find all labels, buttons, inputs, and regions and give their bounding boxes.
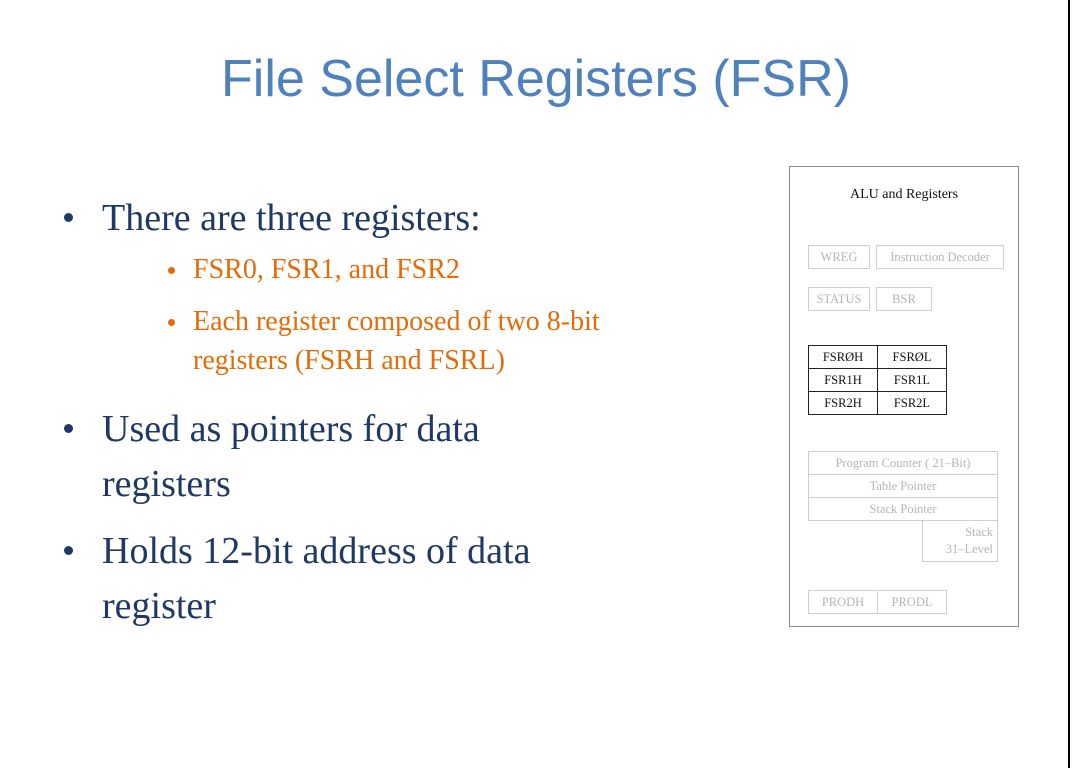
- bsr-box: BSR: [876, 287, 932, 311]
- slide-title: File Select Registers (FSR): [221, 50, 851, 108]
- fsr2h-box: FSR2H: [808, 391, 878, 415]
- program-counter-box: Program Counter ( 21–Bit): [808, 451, 998, 475]
- bullet-holds-line1: Holds 12-bit address of data: [102, 530, 531, 572]
- instruction-decoder-box: Instruction Decoder: [876, 245, 1004, 269]
- status-box: STATUS: [808, 287, 870, 311]
- stack-box: Stack 31–Level: [922, 520, 998, 562]
- bullet-pointers-line2: registers: [102, 463, 231, 505]
- fsr0l-box: FSRØL: [877, 345, 947, 369]
- stack-label: Stack: [965, 525, 993, 539]
- sub-bullet-composition-line2: registers (FSRH and FSRL): [193, 345, 505, 376]
- prodh-box: PRODH: [808, 590, 878, 614]
- bullet-dot: [64, 424, 73, 433]
- bullet-dot: [64, 546, 73, 555]
- bullet-holds-line2: register: [102, 585, 216, 627]
- stack-level-label: 31–Level: [945, 542, 993, 556]
- table-pointer-box: Table Pointer: [808, 474, 998, 498]
- sub-bullet-dot: [168, 267, 175, 274]
- bullet-pointers-line1: Used as pointers for data: [102, 408, 480, 450]
- fsr1l-box: FSR1L: [877, 368, 947, 392]
- slide-right-border: [1068, 0, 1070, 768]
- diagram-title: ALU and Registers: [849, 187, 959, 202]
- prodl-box: PRODL: [877, 590, 947, 614]
- alu-registers-diagram: ALU and Registers WREG Instruction Decod…: [789, 166, 1019, 627]
- wreg-box: WREG: [808, 245, 870, 269]
- sub-bullet-fsr-list: FSR0, FSR1, and FSR2: [193, 254, 460, 285]
- fsr2l-box: FSR2L: [877, 391, 947, 415]
- sub-bullet-dot: [168, 319, 175, 326]
- bullet-dot: [64, 213, 73, 222]
- sub-bullet-composition-line1: Each register composed of two 8-bit: [193, 306, 600, 337]
- bullet-three-registers: There are three registers:: [102, 197, 481, 239]
- fsr1h-box: FSR1H: [808, 368, 878, 392]
- fsr0h-box: FSRØH: [808, 345, 878, 369]
- stack-pointer-box: Stack Pointer: [808, 497, 998, 521]
